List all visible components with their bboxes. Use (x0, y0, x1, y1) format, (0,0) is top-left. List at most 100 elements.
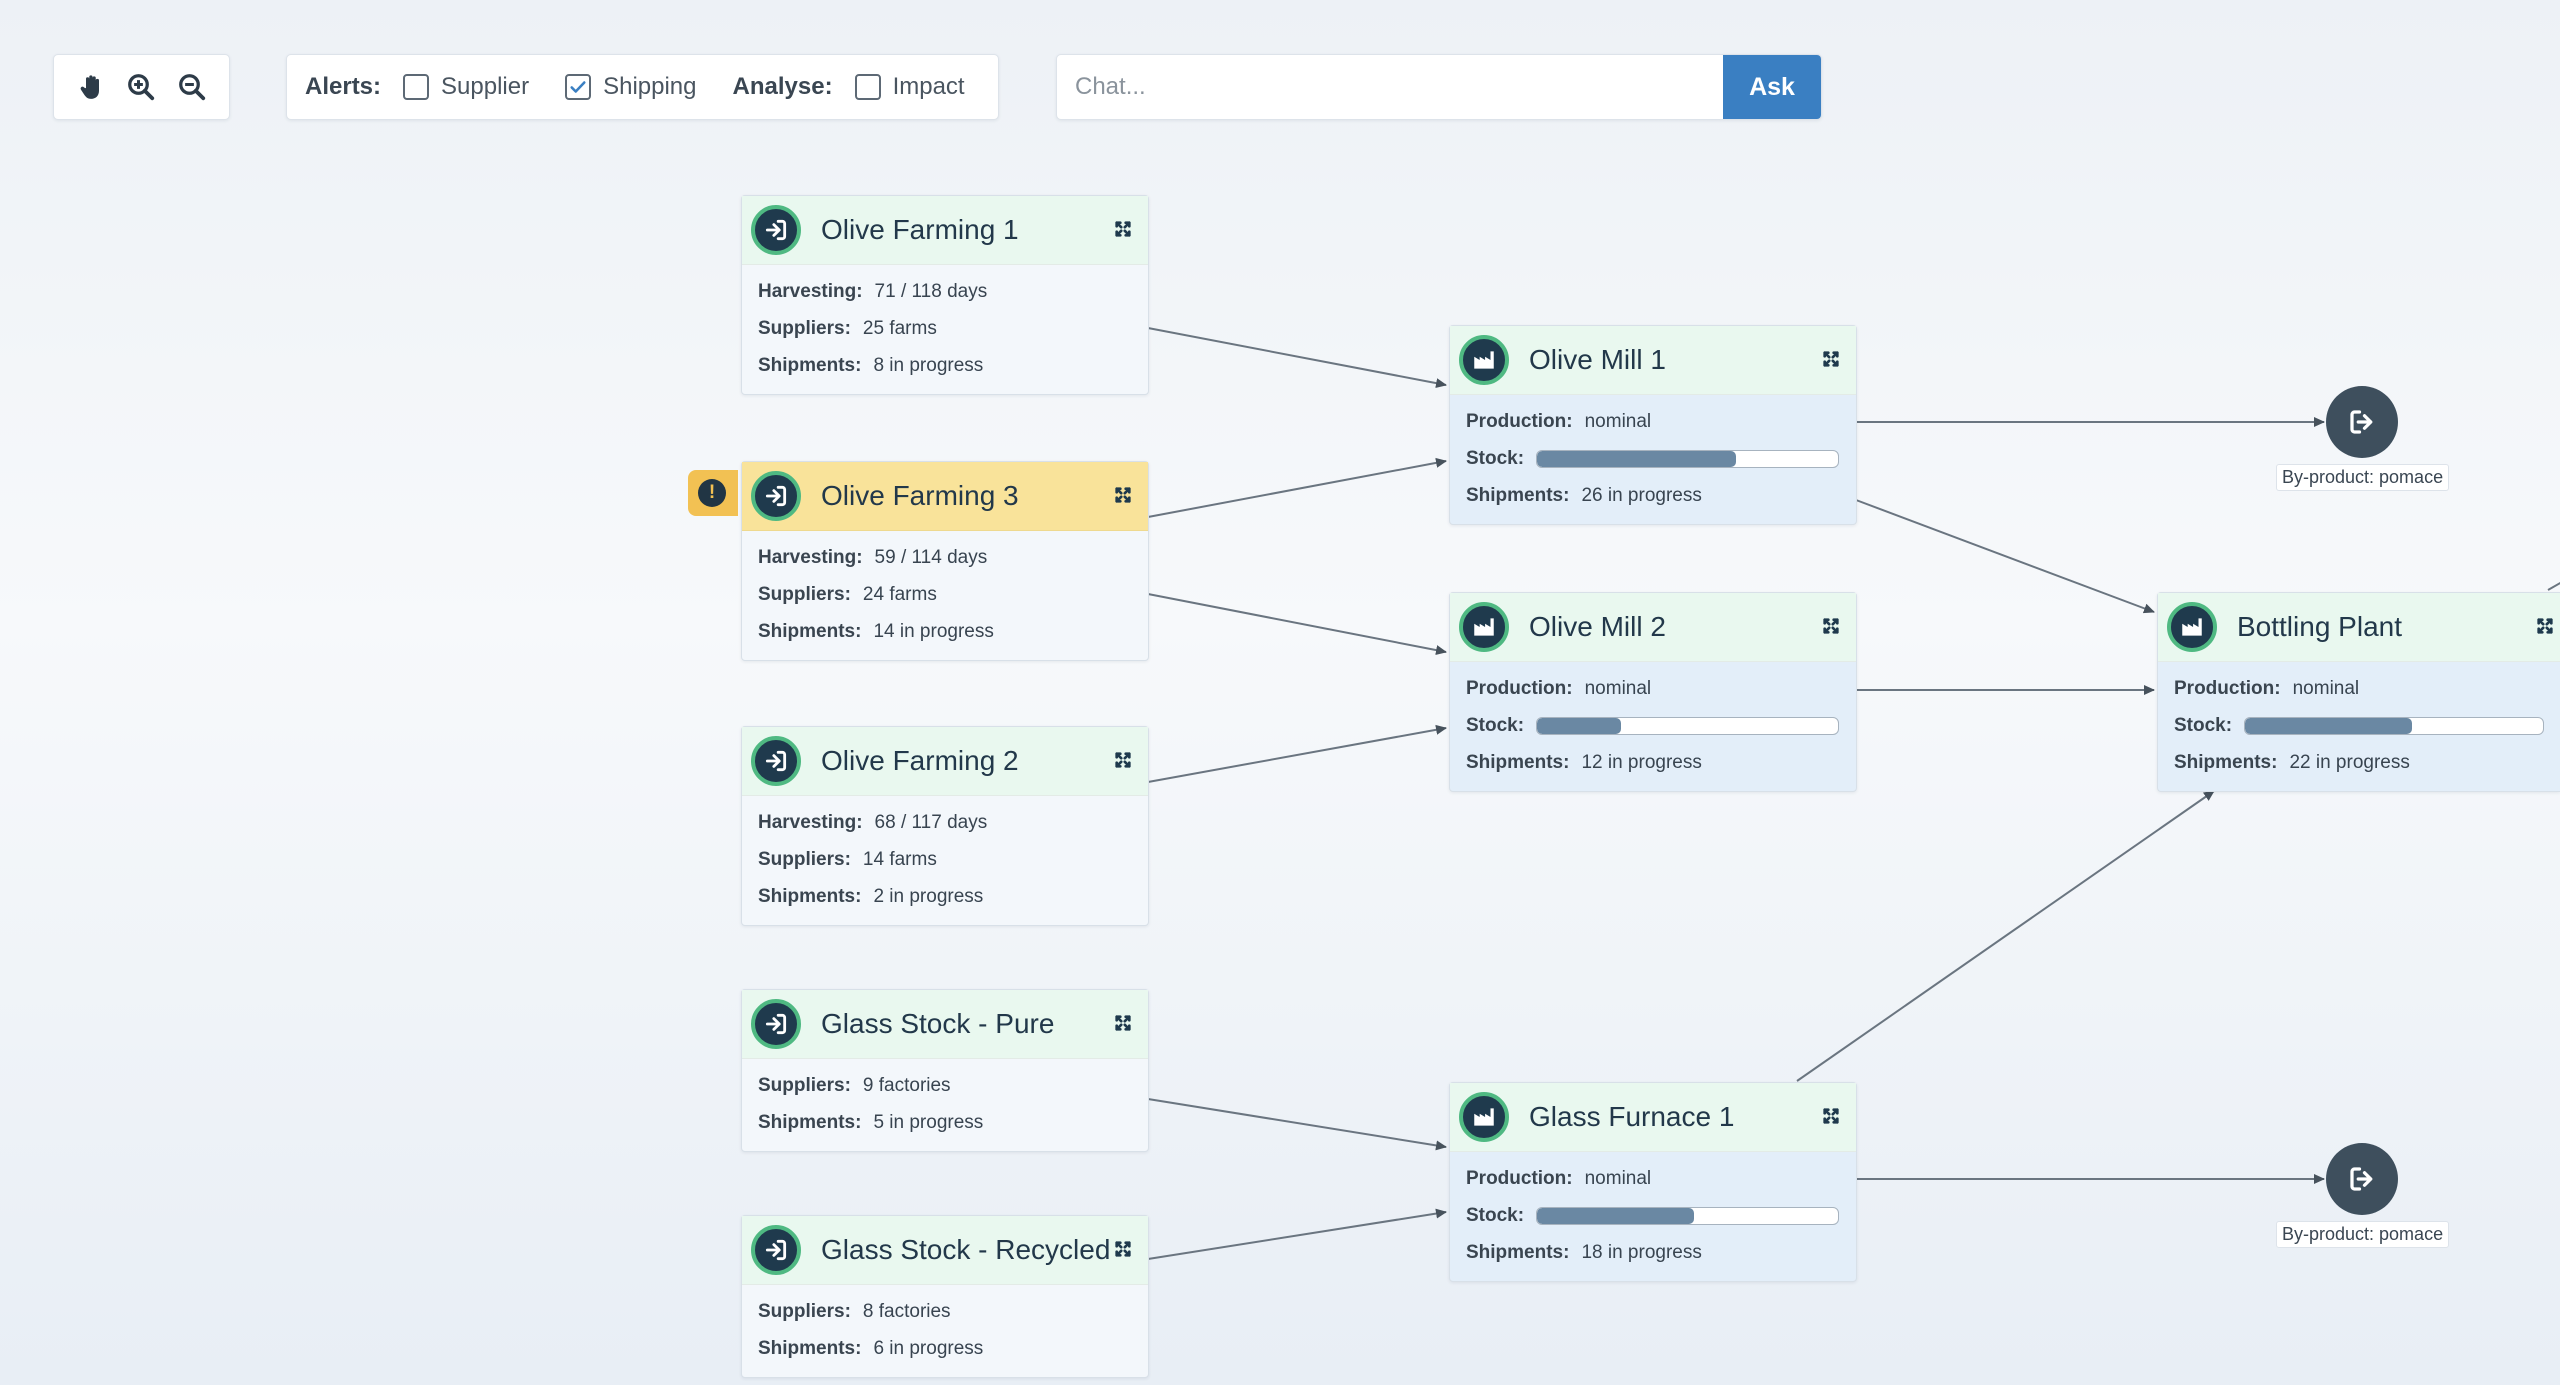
production-value: nominal (1584, 1167, 1652, 1189)
alerts-label: Alerts: (305, 73, 382, 100)
node-glass-furnace-1[interactable]: Glass Furnace 1 Production: nominal Stock… (1449, 1082, 1857, 1282)
suppliers-value: 25 farms (862, 317, 937, 339)
node-header: Olive Farming 2 (742, 727, 1148, 796)
shipments-row: Shipments: 6 in progress (758, 1330, 1132, 1367)
shipments-row: Shipments: 2 in progress (758, 878, 1132, 915)
suppliers-key: Suppliers: (758, 583, 851, 605)
edge-farming2-mill2 (1147, 724, 1447, 783)
zoom-in-button[interactable] (122, 68, 160, 106)
shipments-value: 8 in progress (873, 354, 984, 376)
stock-row: Stock: (1466, 440, 1840, 477)
zoom-in-icon (128, 74, 155, 101)
production-row: Production: nominal (1466, 403, 1840, 440)
shipments-row: Shipments: 26 in progress (1466, 477, 1840, 514)
supplier-checkbox[interactable] (403, 74, 430, 100)
edge-bottling-offscreen (2547, 581, 2560, 591)
shipments-row: Shipments: 12 in progress (1466, 744, 1840, 781)
shipments-key: Shipments: (1466, 751, 1570, 773)
node-header: Bottling Plant (2158, 593, 2560, 662)
stock-row: Stock: (2174, 707, 2544, 744)
shipments-value: 22 in progress (2289, 751, 2410, 773)
edge-glassrecycled-furnace1 (1147, 1208, 1447, 1260)
node-olive-farming-3[interactable]: Olive Farming 3 Harvesting: 59 / 114 days… (741, 461, 1149, 661)
node-header: Olive Farming 1 (742, 196, 1148, 265)
node-body: Harvesting: 71 / 118 days Suppliers: 25 fa… (742, 265, 1148, 394)
shipments-key: Shipments: (758, 1337, 862, 1359)
collapse-icon[interactable] (1822, 1107, 1840, 1125)
collapse-icon[interactable] (1114, 486, 1132, 504)
input-icon (751, 736, 801, 786)
edge-farming3-mill1 (1147, 457, 1447, 518)
harvesting-row: Harvesting: 68 / 117 days (758, 804, 1132, 841)
exit-node-2[interactable] (2326, 1143, 2398, 1215)
node-body: Production: nominal Stock: Shipments: 18 i… (1450, 1152, 1856, 1281)
stock-key: Stock: (2174, 714, 2233, 736)
node-header: Olive Mill 1 (1450, 326, 1856, 395)
shipping-checkbox[interactable] (565, 74, 592, 100)
edge-farming3-mill2 (1147, 593, 1447, 655)
shipping-checkbox-item[interactable]: Shipping (565, 73, 724, 101)
impact-checkbox[interactable] (854, 74, 881, 100)
stock-key: Stock: (1466, 714, 1525, 736)
shipments-key: Shipments: (758, 354, 862, 376)
supplier-checkbox-item[interactable]: Supplier (403, 73, 557, 101)
collapse-icon[interactable] (1114, 1014, 1132, 1032)
input-icon (751, 205, 801, 255)
suppliers-row: Suppliers: 8 factories (758, 1293, 1132, 1330)
factory-icon (1459, 602, 1509, 652)
impact-checkbox-item[interactable]: Impact (854, 73, 993, 101)
shipments-value: 2 in progress (873, 885, 984, 907)
stock-bar (2244, 716, 2544, 735)
collapse-icon[interactable] (1114, 1240, 1132, 1258)
node-body: Production: nominal Stock: Shipments: 22 i… (2158, 662, 2560, 791)
node-olive-farming-2[interactable]: Olive Farming 2 Harvesting: 68 / 117 days… (741, 726, 1149, 926)
chat-input[interactable] (1057, 55, 1723, 119)
stock-bar (1536, 1206, 1840, 1225)
collapse-icon[interactable] (1114, 751, 1132, 769)
shipments-row: Shipments: 14 in progress (758, 613, 1132, 650)
collapse-icon[interactable] (1114, 220, 1132, 238)
stock-bar-fill (1537, 450, 1736, 467)
exit-node-1[interactable] (2326, 386, 2398, 458)
collapse-icon[interactable] (1822, 350, 1840, 368)
production-row: Production: nominal (1466, 670, 1840, 707)
suppliers-row: Suppliers: 25 farms (758, 310, 1132, 347)
suppliers-key: Suppliers: (758, 848, 851, 870)
shipments-value: 26 in progress (1581, 484, 1702, 506)
production-row: Production: nominal (1466, 1160, 1840, 1197)
shipments-key: Shipments: (758, 620, 862, 642)
harvesting-key: Harvesting: (758, 280, 863, 302)
stock-bar (1536, 716, 1840, 735)
pan-tool[interactable] (72, 68, 110, 106)
node-body: Production: nominal Stock: Shipments: 12 i… (1450, 662, 1856, 791)
collapse-icon[interactable] (1822, 617, 1840, 635)
alert-badge[interactable]: ! (688, 470, 738, 516)
node-header: Glass Stock - Recycled (742, 1216, 1148, 1285)
analyse-label: Analyse: (732, 73, 833, 100)
shipments-key: Shipments: (758, 1111, 862, 1133)
collapse-icon[interactable] (2536, 617, 2554, 635)
zoom-out-button[interactable] (173, 68, 211, 106)
node-olive-mill-2[interactable]: Olive Mill 2 Production: nominal Stock: S… (1449, 592, 1857, 792)
shipments-value: 18 in progress (1581, 1241, 1702, 1263)
node-glass-stock-pure[interactable]: Glass Stock - Pure Suppliers: 9 factories… (741, 989, 1149, 1152)
factory-icon (2167, 602, 2217, 652)
node-olive-mill-1[interactable]: Olive Mill 1 Production: nominal Stock: S… (1449, 325, 1857, 525)
node-bottling-plant[interactable]: Bottling Plant Production: nominal Stock:… (2157, 592, 2560, 792)
edge-farming1-mill1 (1147, 327, 1447, 389)
node-body: Production: nominal Stock: Shipments: 26 i… (1450, 395, 1856, 524)
factory-icon (1459, 1092, 1509, 1142)
production-key: Production: (1466, 677, 1573, 699)
harvesting-key: Harvesting: (758, 546, 863, 568)
shipments-row: Shipments: 22 in progress (2174, 744, 2544, 781)
node-olive-farming-1[interactable]: Olive Farming 1 Harvesting: 71 / 118 days… (741, 195, 1149, 395)
node-title: Olive Farming 1 (821, 214, 1019, 245)
shipments-row: Shipments: 8 in progress (758, 347, 1132, 384)
node-body: Harvesting: 68 / 117 days Suppliers: 14 fa… (742, 796, 1148, 925)
node-glass-stock-recycled[interactable]: Glass Stock - Recycled Suppliers: 8 facto… (741, 1215, 1149, 1378)
harvesting-value: 71 / 118 days (874, 280, 988, 302)
stock-row: Stock: (1466, 707, 1840, 744)
ask-button[interactable]: Ask (1723, 55, 1821, 119)
node-title: Olive Mill 2 (1529, 611, 1666, 642)
exit-icon (2350, 410, 2373, 434)
